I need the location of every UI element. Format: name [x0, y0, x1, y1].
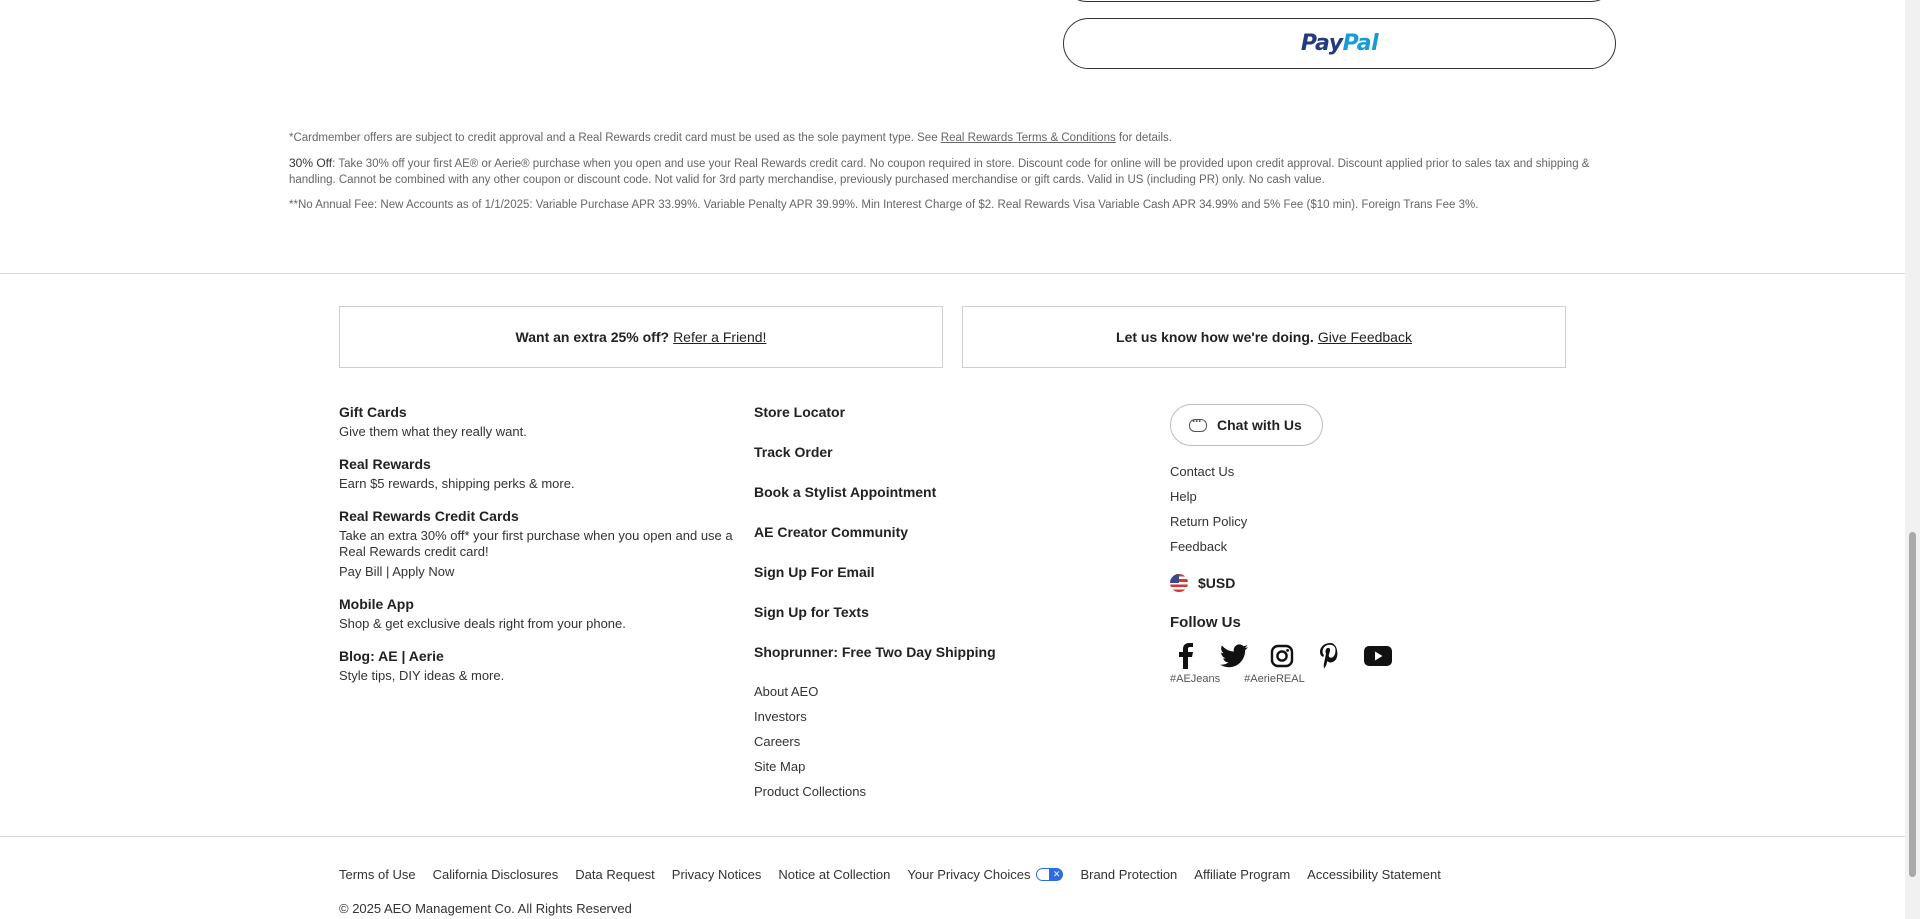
creator-community-link[interactable]: AE Creator Community — [754, 524, 1114, 564]
site-map-link[interactable]: Site Map — [754, 759, 1114, 784]
chat-with-us-button[interactable]: Chat with Us — [1170, 404, 1323, 446]
pinterest-icon[interactable] — [1314, 643, 1346, 669]
about-aeo-link[interactable]: About AEO — [754, 684, 1114, 709]
investors-link[interactable]: Investors — [754, 709, 1114, 734]
contact-us-link[interactable]: Contact Us — [1170, 464, 1530, 489]
us-flag-icon — [1170, 574, 1188, 592]
footer-item-real-rewards[interactable]: Real Rewards Earn $5 rewards, shipping p… — [339, 456, 739, 492]
annual-fee-disclaimer: **No Annual Fee: New Accounts as of 1/1/… — [289, 199, 1479, 211]
social-icons — [1170, 643, 1530, 669]
divider — [0, 836, 1905, 837]
paypal-button[interactable]: PayPal — [1063, 18, 1616, 69]
footer-column-support: Chat with Us Contact Us Help Return Poli… — [1170, 404, 1530, 685]
hashtags: #AEJeans #AerieREAL — [1170, 673, 1530, 685]
refer-a-friend-box: Want an extra 25% off? Refer a Friend! — [339, 306, 943, 368]
thirty-off-disclaimer: 30% Off: Take 30% off your first AE® or … — [289, 156, 1590, 186]
scrollbar-thumb[interactable] — [1909, 532, 1916, 877]
brand-protection-link[interactable]: Brand Protection — [1080, 867, 1177, 882]
legal-links: Terms of Use California Disclosures Data… — [339, 867, 1441, 882]
store-locator-link[interactable]: Store Locator — [754, 404, 1114, 444]
footer-item-blog[interactable]: Blog: AE | Aerie Style tips, DIY ideas &… — [339, 648, 739, 684]
careers-link[interactable]: Careers — [754, 734, 1114, 759]
page-scrollbar[interactable] — [1905, 0, 1920, 919]
privacy-options-icon: ✕ — [1036, 868, 1064, 881]
feedback-link[interactable]: Feedback — [1170, 539, 1530, 564]
footer-item-credit-cards[interactable]: Real Rewards Credit Cards Take an extra … — [339, 508, 739, 580]
shoprunner-link[interactable]: Shoprunner: Free Two Day Shipping — [754, 644, 1114, 684]
stylist-appointment-link[interactable]: Book a Stylist Appointment — [754, 484, 1114, 524]
feedback-box: Let us know how we're doing. Give Feedba… — [962, 306, 1566, 368]
real-rewards-terms-link[interactable]: Real Rewards Terms & Conditions — [941, 132, 1116, 144]
affiliate-program-link[interactable]: Affiliate Program — [1194, 867, 1290, 882]
facebook-icon[interactable] — [1170, 643, 1202, 669]
currency-selector[interactable]: $USD — [1170, 574, 1530, 592]
data-request-link[interactable]: Data Request — [575, 867, 655, 882]
help-link[interactable]: Help — [1170, 489, 1530, 514]
privacy-choices-link[interactable]: Your Privacy Choices ✕ — [907, 867, 1064, 882]
hashtag-aerie-real[interactable]: #AerieREAL — [1244, 673, 1305, 685]
terms-of-use-link[interactable]: Terms of Use — [339, 867, 416, 882]
refer-a-friend-link[interactable]: Refer a Friend! — [673, 329, 766, 345]
give-feedback-link[interactable]: Give Feedback — [1318, 329, 1412, 345]
copyright: © 2025 AEO Management Co. All Rights Res… — [339, 901, 632, 916]
youtube-icon[interactable] — [1362, 643, 1394, 669]
notice-at-collection-link[interactable]: Notice at Collection — [778, 867, 890, 882]
email-signup-link[interactable]: Sign Up For Email — [754, 564, 1114, 604]
previous-payment-button[interactable] — [1063, 0, 1615, 2]
privacy-notices-link[interactable]: Privacy Notices — [672, 867, 762, 882]
footer-column-links: Store Locator Track Order Book a Stylist… — [754, 404, 1114, 809]
track-order-link[interactable]: Track Order — [754, 444, 1114, 484]
paypal-logo: PayPal — [1300, 31, 1379, 56]
text-signup-link[interactable]: Sign Up for Texts — [754, 604, 1114, 644]
disclaimer-block: *Cardmember offers are subject to credit… — [289, 130, 1614, 222]
divider — [0, 273, 1905, 274]
twitter-icon[interactable] — [1218, 643, 1250, 669]
footer-item-mobile-app[interactable]: Mobile App Shop & get exclusive deals ri… — [339, 596, 739, 632]
accessibility-statement-link[interactable]: Accessibility Statement — [1307, 867, 1441, 882]
chat-bubble-icon — [1189, 414, 1207, 432]
return-policy-link[interactable]: Return Policy — [1170, 514, 1530, 539]
pay-bill-apply-now-links[interactable]: Pay Bill | Apply Now — [339, 564, 739, 580]
footer-item-gift-cards[interactable]: Gift Cards Give them what they really wa… — [339, 404, 739, 440]
footer-column-features: Gift Cards Give them what they really wa… — [339, 404, 739, 700]
instagram-icon[interactable] — [1266, 643, 1298, 669]
california-disclosures-link[interactable]: California Disclosures — [433, 867, 559, 882]
follow-us-heading: Follow Us — [1170, 614, 1241, 631]
product-collections-link[interactable]: Product Collections — [754, 784, 1114, 809]
cardmember-disclaimer: *Cardmember offers are subject to credit… — [289, 132, 1172, 144]
hashtag-ae-jeans[interactable]: #AEJeans — [1170, 673, 1220, 685]
